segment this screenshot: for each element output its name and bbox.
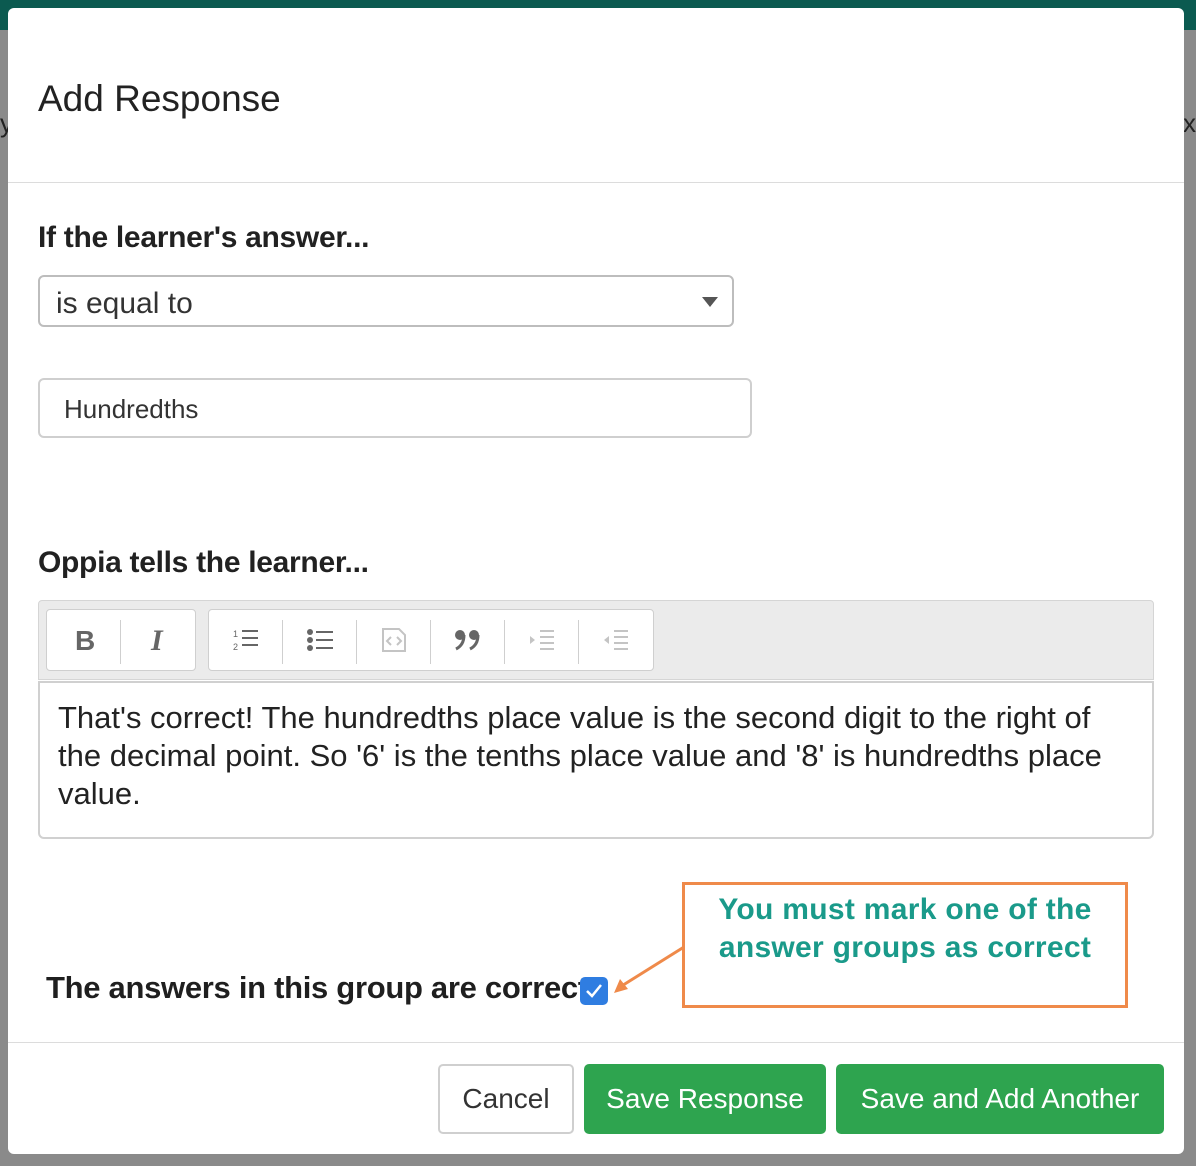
checkmark-icon	[586, 984, 602, 998]
footer-divider	[8, 1042, 1184, 1043]
rich-text-toolbar: B I 1 2	[38, 600, 1154, 680]
background-text-fragment: x	[1183, 108, 1196, 138]
cancel-button[interactable]: Cancel	[438, 1064, 574, 1134]
svg-text:B: B	[75, 626, 95, 654]
outdent-icon	[604, 630, 628, 650]
svg-text:1: 1	[233, 629, 238, 639]
correct-checkbox-label: The answers in this group are correct	[46, 970, 588, 1005]
italic-icon: I	[150, 626, 164, 654]
block-format-group: 1 2	[208, 609, 654, 671]
annotation-arrow	[614, 945, 685, 993]
bold-icon: B	[75, 626, 95, 654]
numbered-list-button[interactable]: 1 2	[209, 610, 283, 670]
caret-down-icon	[702, 297, 718, 307]
italic-button[interactable]: I	[121, 610, 195, 670]
annotation-callout: You must mark one of the answer groups a…	[682, 882, 1128, 1008]
indent-button[interactable]	[505, 610, 579, 670]
bold-button[interactable]: B	[47, 610, 121, 670]
svg-text:2: 2	[233, 642, 238, 652]
rule-input-value: Hundredths	[64, 394, 199, 424]
text-format-group: B I	[46, 609, 196, 671]
code-block-button[interactable]	[357, 610, 431, 670]
feedback-editor[interactable]: That's correct! The hundredths place val…	[38, 681, 1154, 839]
header-divider	[8, 182, 1184, 183]
bulleted-list-icon	[307, 629, 333, 651]
indent-icon	[530, 630, 554, 650]
feedback-section-label: Oppia tells the learner...	[38, 546, 369, 579]
rule-type-value: is equal to	[56, 287, 193, 320]
add-response-modal: Add Response If the learner's answer... …	[8, 8, 1184, 1154]
modal-title: Add Response	[38, 78, 281, 119]
bulleted-list-button[interactable]	[283, 610, 357, 670]
outdent-button[interactable]	[579, 610, 653, 670]
numbered-list-icon: 1 2	[233, 629, 258, 652]
code-block-icon	[382, 628, 406, 652]
rule-type-select[interactable]: is equal to	[38, 275, 734, 327]
rule-input-field[interactable]: Hundredths	[38, 378, 752, 438]
rule-section-label: If the learner's answer...	[38, 221, 370, 254]
blockquote-button[interactable]	[431, 610, 505, 670]
svg-text:I: I	[150, 626, 164, 654]
save-response-button[interactable]: Save Response	[584, 1064, 826, 1134]
blockquote-icon	[455, 630, 480, 651]
save-and-add-another-button[interactable]: Save and Add Another	[836, 1064, 1164, 1134]
